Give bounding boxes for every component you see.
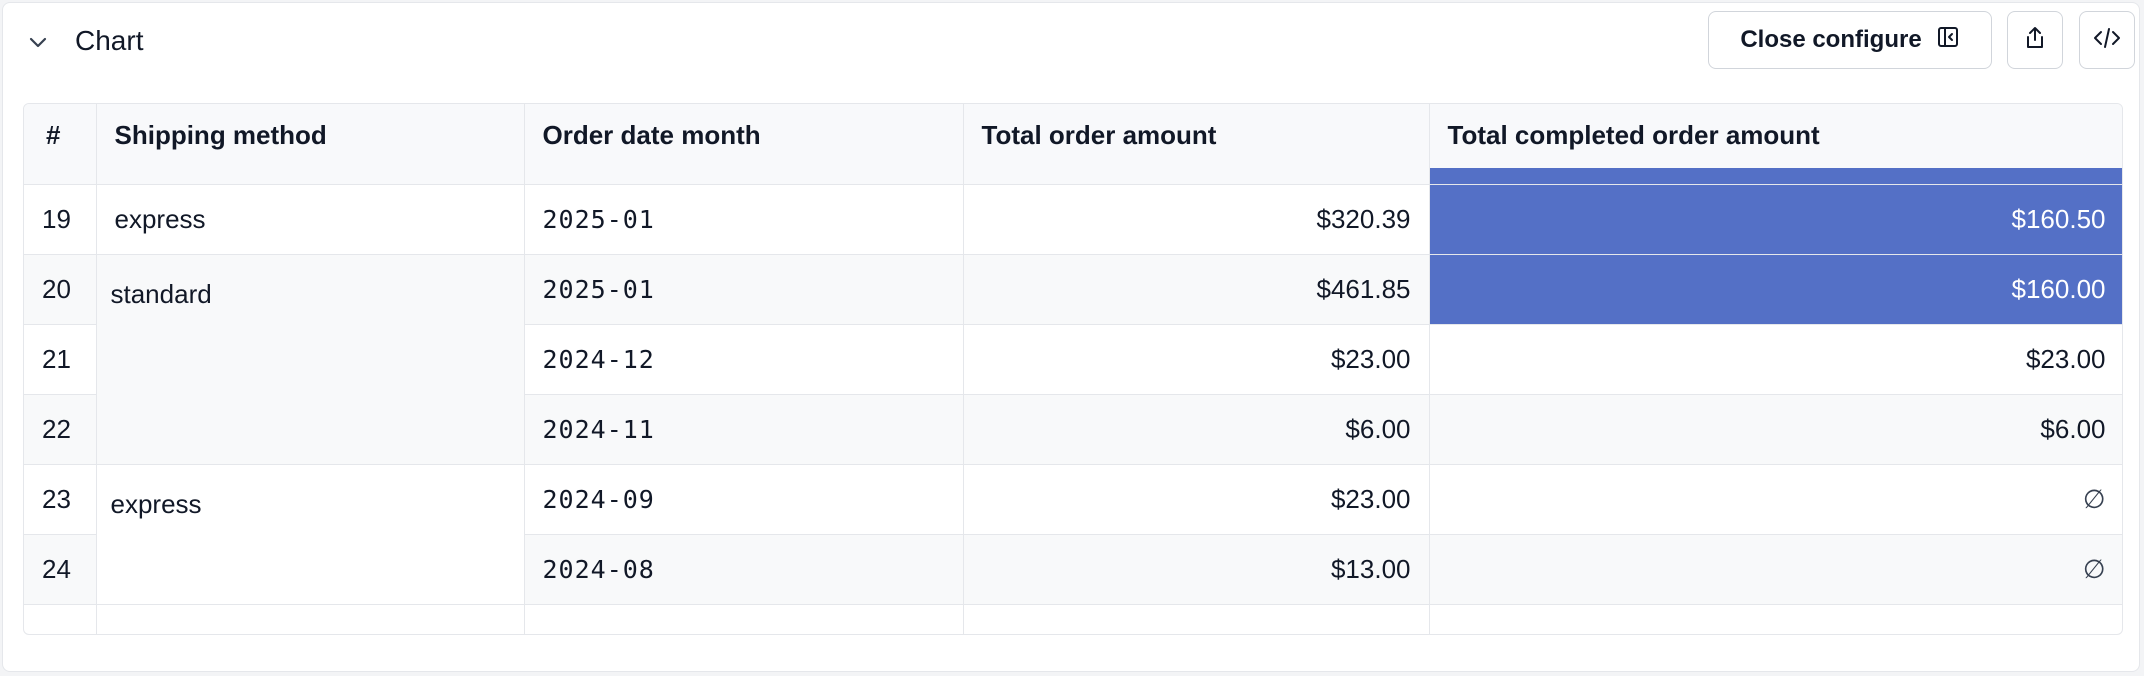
column-header-total-order-amount[interactable]: Total order amount — [963, 104, 1430, 185]
total-completed-order-amount-cell[interactable]: ∅ — [1429, 464, 2122, 535]
panel-title: Chart — [75, 25, 144, 56]
chevron-down-icon[interactable] — [23, 27, 53, 57]
shipping-method-cell[interactable]: standard — [96, 254, 525, 465]
share-button[interactable] — [2007, 11, 2063, 69]
total-order-amount-cell[interactable]: $461.85 — [963, 254, 1430, 325]
total-order-amount-cell[interactable]: $6.00 — [963, 394, 1430, 465]
panel-left-icon — [1936, 25, 1960, 56]
table-cell — [1429, 604, 2122, 634]
row-number: 22 — [24, 394, 97, 465]
shipping-method-cell[interactable]: express — [96, 184, 525, 255]
total-completed-order-amount-cell[interactable]: $160.00 — [1429, 254, 2122, 325]
row-number: 20 — [24, 254, 97, 325]
close-configure-button[interactable]: Close configure — [1708, 11, 1992, 69]
shipping-method-cell[interactable]: express — [96, 464, 525, 605]
table-row-partial — [24, 604, 2122, 634]
table-header-row: # Shipping method Order date month Total… — [24, 104, 2122, 185]
table-cell — [96, 604, 525, 634]
total-order-amount-cell[interactable]: $13.00 — [963, 534, 1430, 605]
total-completed-order-amount-cell[interactable]: ∅ — [1429, 534, 2122, 605]
share-icon — [2023, 25, 2047, 56]
total-order-amount-cell[interactable]: $23.00 — [963, 324, 1430, 395]
column-header-order-date-month[interactable]: Order date month — [524, 104, 964, 185]
column-header-number[interactable]: # — [24, 104, 97, 185]
total-completed-order-amount-cell[interactable]: $23.00 — [1429, 324, 2122, 395]
row-number: 21 — [24, 324, 97, 395]
close-configure-label: Close configure — [1740, 26, 1922, 53]
total-completed-order-amount-cell[interactable]: $6.00 — [1429, 394, 2122, 465]
column-header-total-completed-order-amount[interactable]: Total completed order amount — [1429, 104, 2122, 185]
code-icon — [2093, 26, 2121, 55]
order-date-month-cell[interactable]: 2024-08 — [524, 534, 964, 605]
order-date-month-cell[interactable]: 2025-01 — [524, 184, 964, 255]
total-order-amount-cell[interactable]: $23.00 — [963, 464, 1430, 535]
order-date-month-cell[interactable]: 2024-12 — [524, 324, 964, 395]
chart-panel: Chart Close configure # Shipping method — [2, 2, 2140, 672]
order-date-month-cell[interactable]: 2025-01 — [524, 254, 964, 325]
table-cell — [963, 604, 1430, 634]
table-cell — [24, 604, 97, 634]
order-date-month-cell[interactable]: 2024-11 — [524, 394, 964, 465]
code-button[interactable] — [2079, 11, 2135, 69]
total-completed-order-amount-cell[interactable]: $160.50 — [1429, 184, 2122, 255]
panel-header: Chart Close configure — [3, 3, 2139, 79]
table-row[interactable]: 19 express 2025-01 $320.39 $160.50 — [24, 184, 2122, 255]
total-order-amount-cell[interactable]: $320.39 — [963, 184, 1430, 255]
row-number: 24 — [24, 534, 97, 605]
row-number: 23 — [24, 464, 97, 535]
order-date-month-cell[interactable]: 2024-09 — [524, 464, 964, 535]
column-header-shipping-method[interactable]: Shipping method — [96, 104, 525, 185]
table-row[interactable]: 23 express 2024-09 $23.00 ∅ — [24, 464, 2122, 605]
results-table: # Shipping method Order date month Total… — [23, 103, 2123, 635]
table-cell — [524, 604, 964, 634]
row-number: 19 — [24, 184, 97, 255]
table-row[interactable]: 20 standard 2025-01 $461.85 $160.00 — [24, 254, 2122, 465]
